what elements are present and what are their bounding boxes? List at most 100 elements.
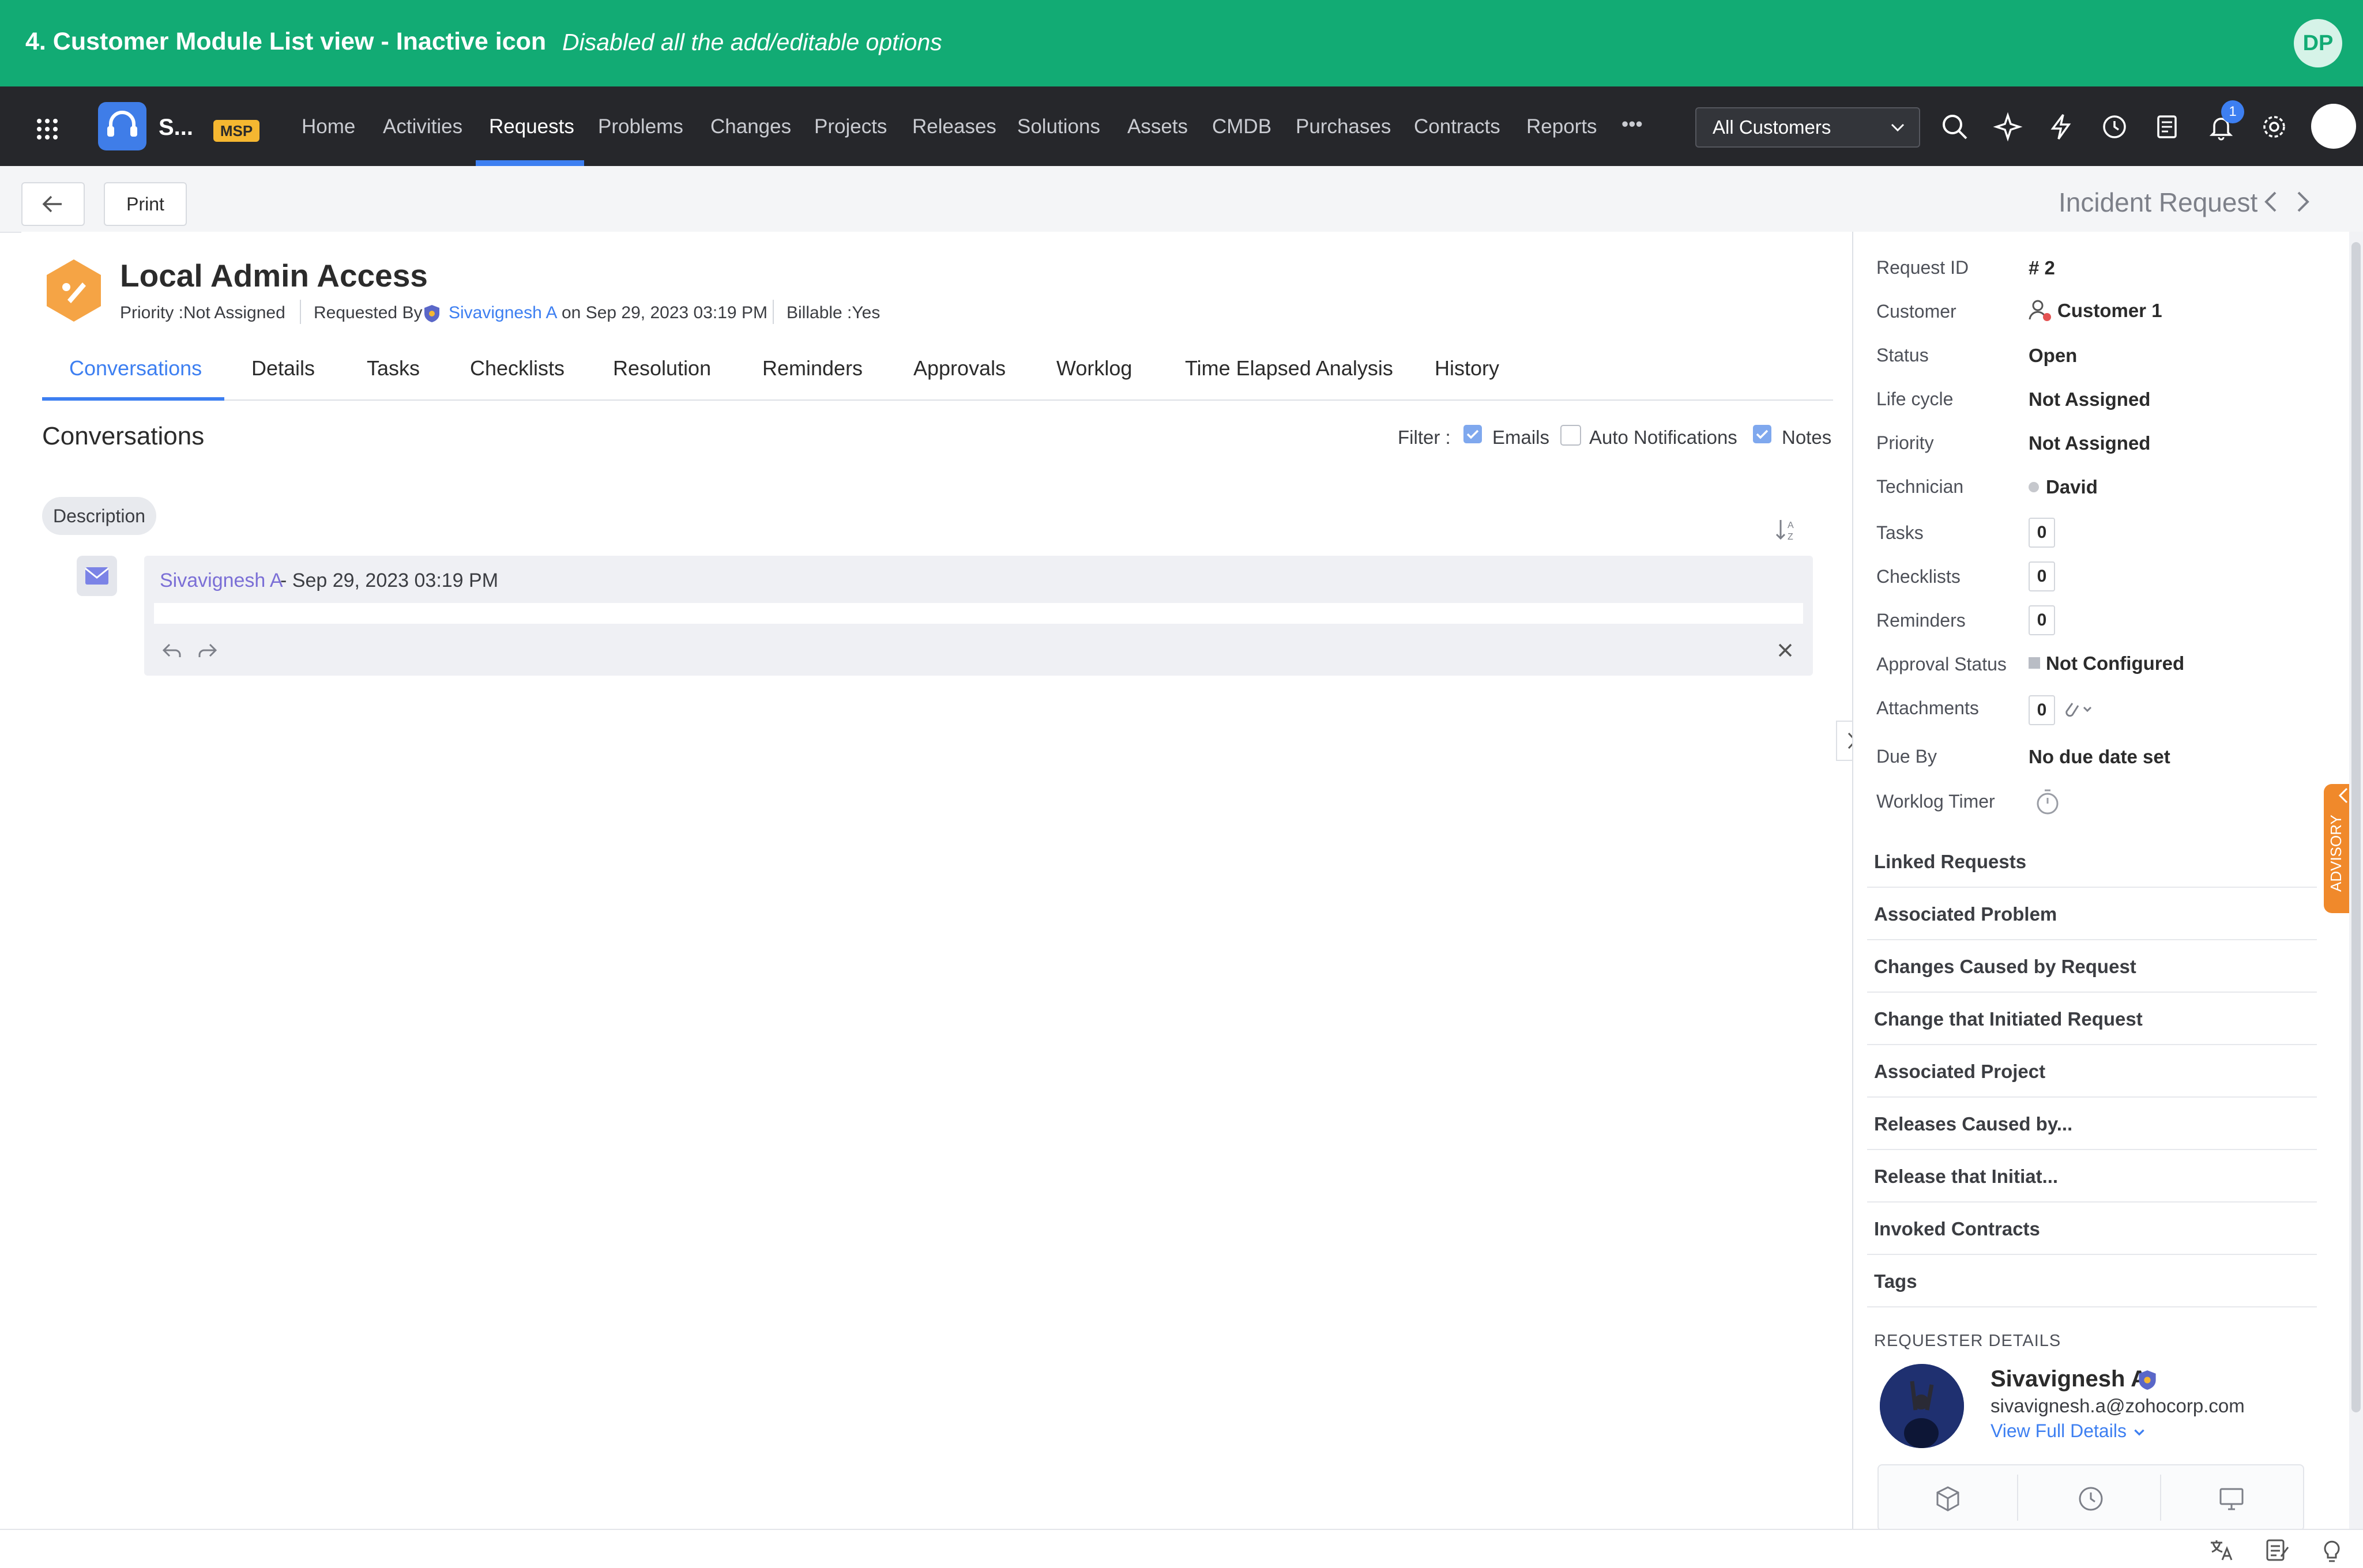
- notification-count-badge: 1: [2221, 100, 2244, 123]
- nav-item-projects[interactable]: Projects: [814, 115, 887, 138]
- prop-lifecycle-value: Not Assigned: [2029, 389, 2151, 410]
- nav-item-changes[interactable]: Changes: [710, 115, 791, 138]
- scrollbar-thumb[interactable]: [2351, 242, 2361, 1412]
- customer-select[interactable]: All Customers: [1695, 107, 1920, 148]
- change-initiated-section[interactable]: Change that Initiated Request: [1874, 1008, 2143, 1030]
- view-full-details-label: View Full Details: [1991, 1420, 2127, 1441]
- nav-item-purchases[interactable]: Purchases: [1296, 115, 1391, 138]
- section-divider: [1867, 1201, 2317, 1203]
- linked-requests-section[interactable]: Linked Requests: [1874, 851, 2026, 873]
- search-icon[interactable]: [1940, 112, 1970, 142]
- chevron-right-icon[interactable]: [2291, 189, 2315, 214]
- banner-title: 4. Customer Module List view - Inactive …: [25, 28, 547, 55]
- notes-icon[interactable]: [2153, 112, 2183, 142]
- view-full-details-link[interactable]: View Full Details: [1991, 1420, 2147, 1442]
- nav-item-reports[interactable]: Reports: [1526, 115, 1597, 138]
- request-priority: Priority :Not Assigned: [120, 303, 285, 322]
- lightbulb-icon[interactable]: [2318, 1536, 2346, 1563]
- msp-badge: MSP: [213, 120, 259, 142]
- tab-tasks[interactable]: Tasks: [367, 356, 420, 380]
- nav-item-problems[interactable]: Problems: [598, 115, 683, 138]
- forward-icon[interactable]: [196, 639, 219, 662]
- mail-icon: [85, 567, 109, 585]
- auto-notifications-filter-checkbox[interactable]: [1560, 425, 1581, 446]
- profile-avatar[interactable]: [2311, 104, 2356, 149]
- nav-item-cmdb[interactable]: CMDB: [1212, 115, 1271, 138]
- requester-details-heading: REQUESTER DETAILS: [1874, 1332, 2061, 1350]
- nav-item-contracts[interactable]: Contracts: [1414, 115, 1500, 138]
- ticket-icon: [47, 259, 101, 322]
- notes-filter-checkbox[interactable]: [1753, 425, 1771, 443]
- conversation-author[interactable]: Sivavignesh A: [160, 570, 283, 592]
- prop-due-by-value: No due date set: [2029, 746, 2170, 767]
- tab-details[interactable]: Details: [251, 356, 315, 380]
- meta-divider: [773, 300, 774, 324]
- sparkle-icon[interactable]: [1993, 112, 2023, 142]
- prop-request-id-label: Request ID: [1876, 257, 1969, 278]
- conversations-heading: Conversations: [42, 422, 205, 450]
- clock-icon[interactable]: [2076, 1484, 2106, 1514]
- detail-toolbar: Print Incident Request: [0, 166, 2363, 233]
- section-divider: [1867, 1254, 2317, 1255]
- banner-note: Disabled all the add/editable options: [562, 29, 942, 55]
- tab-checklists[interactable]: Checklists: [470, 356, 565, 380]
- tab-conversations[interactable]: Conversations: [69, 356, 202, 380]
- release-initiated-section[interactable]: Release that Initiat...: [1874, 1166, 2058, 1188]
- lightning-icon[interactable]: [2046, 112, 2076, 142]
- nav-item-home[interactable]: Home: [302, 115, 355, 138]
- requester-name: Sivavignesh A: [1991, 1366, 2147, 1392]
- tab-time-elapsed-analysis[interactable]: Time Elapsed Analysis: [1185, 356, 1393, 380]
- monitor-icon[interactable]: [2217, 1484, 2247, 1514]
- tab-reminders[interactable]: Reminders: [762, 356, 863, 380]
- tab-approvals[interactable]: Approvals: [913, 356, 1006, 380]
- notes-icon[interactable]: [2263, 1536, 2290, 1563]
- app-logo-icon[interactable]: [98, 102, 146, 150]
- prop-customer-value[interactable]: Customer 1: [2057, 300, 2162, 322]
- nav-more-icon[interactable]: •••: [1621, 113, 1643, 136]
- section-divider: [1867, 1096, 2317, 1098]
- requester-email: sivavignesh.a@zohocorp.com: [1991, 1395, 2245, 1416]
- asset-box-icon[interactable]: [1933, 1484, 1963, 1514]
- close-icon[interactable]: [1776, 641, 1794, 659]
- back-button[interactable]: [21, 182, 85, 226]
- app-grid-icon[interactable]: [36, 118, 59, 141]
- svg-text:Z: Z: [1788, 532, 1793, 542]
- prop-attachments-count: 0: [2029, 695, 2055, 725]
- section-divider: [1867, 1044, 2317, 1045]
- user-avatar[interactable]: DP: [2294, 19, 2342, 67]
- prop-lifecycle-label: Life cycle: [1876, 389, 1954, 409]
- prop-attachments-label: Attachments: [1876, 698, 1979, 718]
- tab-resolution[interactable]: Resolution: [613, 356, 711, 380]
- translate-icon[interactable]: [2207, 1536, 2235, 1563]
- description-chip[interactable]: Description: [42, 497, 156, 535]
- prop-status-value: Open: [2029, 345, 2078, 366]
- emails-filter-checkbox[interactable]: [1463, 425, 1482, 443]
- tab-worklog[interactable]: Worklog: [1056, 356, 1132, 380]
- sort-az-icon[interactable]: AZ: [1775, 517, 1799, 543]
- invoked-contracts-section[interactable]: Invoked Contracts: [1874, 1218, 2040, 1240]
- app-name[interactable]: S...: [159, 115, 193, 141]
- vip-shield-icon: [424, 305, 439, 322]
- tags-section[interactable]: Tags: [1874, 1271, 1917, 1292]
- billable-status: Billable :Yes: [787, 303, 881, 322]
- chevron-down-icon: [1891, 123, 1905, 132]
- history-icon[interactable]: [2099, 112, 2129, 142]
- paperclip-icon[interactable]: [2061, 698, 2095, 721]
- nav-item-activities[interactable]: Activities: [383, 115, 462, 138]
- changes-caused-section[interactable]: Changes Caused by Request: [1874, 956, 2136, 978]
- nav-item-releases[interactable]: Releases: [912, 115, 996, 138]
- requester-link[interactable]: Sivavignesh A: [449, 303, 557, 323]
- associated-project-section[interactable]: Associated Project: [1874, 1061, 2045, 1083]
- nav-item-assets[interactable]: Assets: [1127, 115, 1188, 138]
- releases-caused-section[interactable]: Releases Caused by...: [1874, 1113, 2072, 1135]
- chevron-left-icon[interactable]: [2259, 189, 2282, 214]
- top-navigation: S... MSP Home Activities Requests Proble…: [0, 86, 2363, 166]
- reply-icon[interactable]: [160, 639, 183, 662]
- tab-history[interactable]: History: [1435, 356, 1499, 380]
- print-button[interactable]: Print: [104, 182, 187, 226]
- prop-worklog-timer-label: Worklog Timer: [1876, 791, 1995, 812]
- nav-item-requests[interactable]: Requests: [489, 115, 574, 138]
- associated-problem-section[interactable]: Associated Problem: [1874, 903, 2057, 925]
- gear-icon[interactable]: [2259, 112, 2289, 142]
- nav-item-solutions[interactable]: Solutions: [1017, 115, 1100, 138]
